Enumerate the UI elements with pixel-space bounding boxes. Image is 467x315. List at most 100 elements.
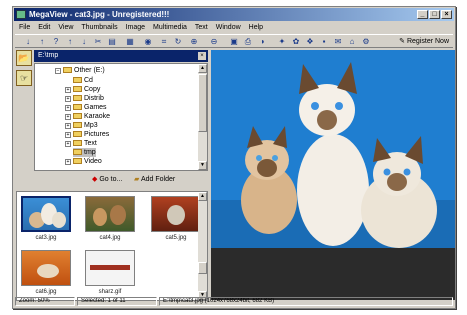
- arrow-down-2-icon[interactable]: ↓: [79, 37, 89, 47]
- expand-icon[interactable]: +: [65, 105, 71, 111]
- scroll-up-icon[interactable]: ▲: [198, 64, 207, 73]
- folder-icon: [73, 95, 82, 101]
- tree-item[interactable]: + Text: [65, 139, 97, 148]
- tree-scroll-thumb[interactable]: [198, 74, 207, 132]
- expand-icon[interactable]: +: [65, 141, 71, 147]
- expand-icon[interactable]: +: [65, 132, 71, 138]
- folder-icon: [73, 131, 82, 137]
- tree-item[interactable]: + Games: [65, 103, 107, 112]
- tree-root-label: Other (E:): [74, 67, 105, 74]
- menu-text[interactable]: Text: [191, 22, 212, 33]
- add-folder-button[interactable]: ▰ Add Folder: [134, 175, 175, 185]
- arrow-up-2-icon[interactable]: ↑: [65, 37, 75, 47]
- zoom-out-icon[interactable]: ⊖: [209, 37, 219, 47]
- close-button[interactable]: ×: [441, 10, 452, 19]
- fit-icon[interactable]: ▣: [229, 37, 239, 47]
- menu-image[interactable]: Image: [122, 22, 149, 33]
- collapse-icon[interactable]: −: [55, 68, 61, 74]
- folder-icon: [73, 104, 82, 110]
- scroll-down-icon[interactable]: ▼: [198, 161, 207, 170]
- register-now-button[interactable]: ✎ Register Now: [399, 37, 449, 47]
- menu-edit[interactable]: Edit: [34, 22, 54, 33]
- mail-icon[interactable]: ✉: [333, 37, 343, 47]
- arrow-down-icon[interactable]: ↓: [23, 37, 33, 47]
- status-bar: Zoom: 50% Selected: 1 of 11 E:\tmp\cat3.…: [15, 297, 453, 306]
- thumbnail-scrollbar[interactable]: ▲ ▼: [198, 192, 207, 300]
- folder-label: Cd: [84, 77, 93, 84]
- folder-icon: [73, 140, 82, 146]
- tree-item[interactable]: + Karaoke: [65, 112, 110, 121]
- save-icon[interactable]: ▪: [319, 37, 329, 47]
- folder-view-icon[interactable]: 📂: [16, 50, 32, 66]
- scroll-up-icon[interactable]: ▲: [198, 192, 207, 201]
- cats-photo: [211, 50, 455, 248]
- tree-item[interactable]: + Pictures: [65, 130, 109, 139]
- folder-label: tmp: [84, 149, 96, 156]
- menu-window[interactable]: Window: [212, 22, 245, 33]
- expand-icon[interactable]: +: [65, 123, 71, 129]
- crop-icon[interactable]: ⌗: [159, 37, 169, 47]
- tree-item[interactable]: + Distrib: [65, 94, 104, 103]
- thumbnail-item[interactable]: cat3.jpg: [21, 196, 71, 248]
- tree-item[interactable]: + Copy: [65, 85, 100, 94]
- tree-root[interactable]: − Other (E:): [55, 66, 105, 75]
- rotate-icon[interactable]: ↻: [173, 37, 183, 47]
- folder-tree: − Other (E:) Cd + Copy + Distrib + Games + Ka…: [34, 63, 208, 171]
- menu-multimedia[interactable]: Multimedia: [149, 22, 191, 33]
- view-mode-icon[interactable]: ▦: [125, 37, 135, 47]
- palette-icon[interactable]: ✿: [291, 37, 301, 47]
- folder-label: Karaoke: [84, 113, 111, 120]
- thumbnail-image: [85, 196, 135, 232]
- expand-icon[interactable]: +: [65, 96, 71, 102]
- thumbnail-item[interactable]: sharz.gif: [85, 250, 135, 300]
- hand-icon[interactable]: ☞: [16, 70, 32, 86]
- tree-item[interactable]: Cd: [73, 76, 93, 85]
- folder-icon: [73, 158, 82, 164]
- menu-view[interactable]: View: [54, 22, 77, 33]
- title-bar[interactable]: MegaView - cat3.jpg - Unregistered!!! _ …: [14, 8, 454, 21]
- settings-icon[interactable]: ⚙: [361, 37, 371, 47]
- close-panel-icon[interactable]: ×: [198, 52, 206, 60]
- thumbnail-item[interactable]: cat4.jpg: [85, 196, 135, 248]
- goto-button[interactable]: ◆ Go to...: [92, 175, 122, 185]
- minimize-button[interactable]: _: [417, 10, 428, 19]
- menu-thumbnails[interactable]: Thumbnails: [77, 22, 121, 33]
- status-selected: Selected: 1 of 11: [77, 297, 157, 306]
- tree-scrollbar[interactable]: ▲ ▼: [198, 64, 207, 170]
- print-icon[interactable]: ⎙: [243, 37, 253, 47]
- help-icon[interactable]: ?: [51, 37, 61, 47]
- effects-icon[interactable]: ✦: [277, 37, 287, 47]
- folder-icon: [73, 122, 82, 128]
- drive-icon: [63, 67, 72, 73]
- tree-item-selected[interactable]: tmp: [73, 148, 96, 157]
- maximize-button[interactable]: □: [429, 10, 440, 19]
- thumbnail-scroll-thumb[interactable]: [198, 262, 207, 274]
- gif-preview: [90, 265, 130, 270]
- thumbnail-item[interactable]: cat6.jpg: [21, 250, 71, 300]
- expand-icon[interactable]: +: [65, 87, 71, 93]
- slideshow-icon[interactable]: ◉: [143, 37, 153, 47]
- menu-file[interactable]: File: [15, 22, 34, 33]
- thumbnail-image: [85, 250, 135, 286]
- zoom-in-icon[interactable]: ⊕: [189, 37, 199, 47]
- folder-icon: [73, 86, 82, 92]
- tree-item[interactable]: + Video: [65, 157, 102, 166]
- copy-icon[interactable]: ▤: [107, 37, 117, 47]
- web-icon[interactable]: ⌂: [347, 37, 357, 47]
- folder-label: Video: [84, 158, 102, 165]
- menu-help[interactable]: Help: [245, 22, 267, 33]
- thumbnail-caption: cat5.jpg: [165, 235, 187, 241]
- filter-icon[interactable]: ❖: [305, 37, 315, 47]
- toolbar: ↓ ↑ ? ↑ ↓ ✂ ▤ ▦ ◉ ⌗ ↻ ⊕ ⊖ ▣ ⎙ ◑ ✦ ✿ ❖ ▪ …: [15, 34, 453, 48]
- expand-icon[interactable]: +: [65, 159, 71, 165]
- color-icon[interactable]: ◑: [257, 37, 267, 47]
- image-viewer[interactable]: [211, 50, 455, 248]
- cats-thumbnail: [29, 203, 66, 228]
- folder-label: Text: [84, 140, 97, 147]
- folder-label: Mp3: [84, 122, 98, 129]
- cut-icon[interactable]: ✂: [93, 37, 103, 47]
- tree-item[interactable]: + Mp3: [65, 121, 98, 130]
- arrow-up-icon[interactable]: ↑: [37, 37, 47, 47]
- thumbnail-item[interactable]: cat5.jpg: [151, 196, 201, 248]
- expand-icon[interactable]: +: [65, 114, 71, 120]
